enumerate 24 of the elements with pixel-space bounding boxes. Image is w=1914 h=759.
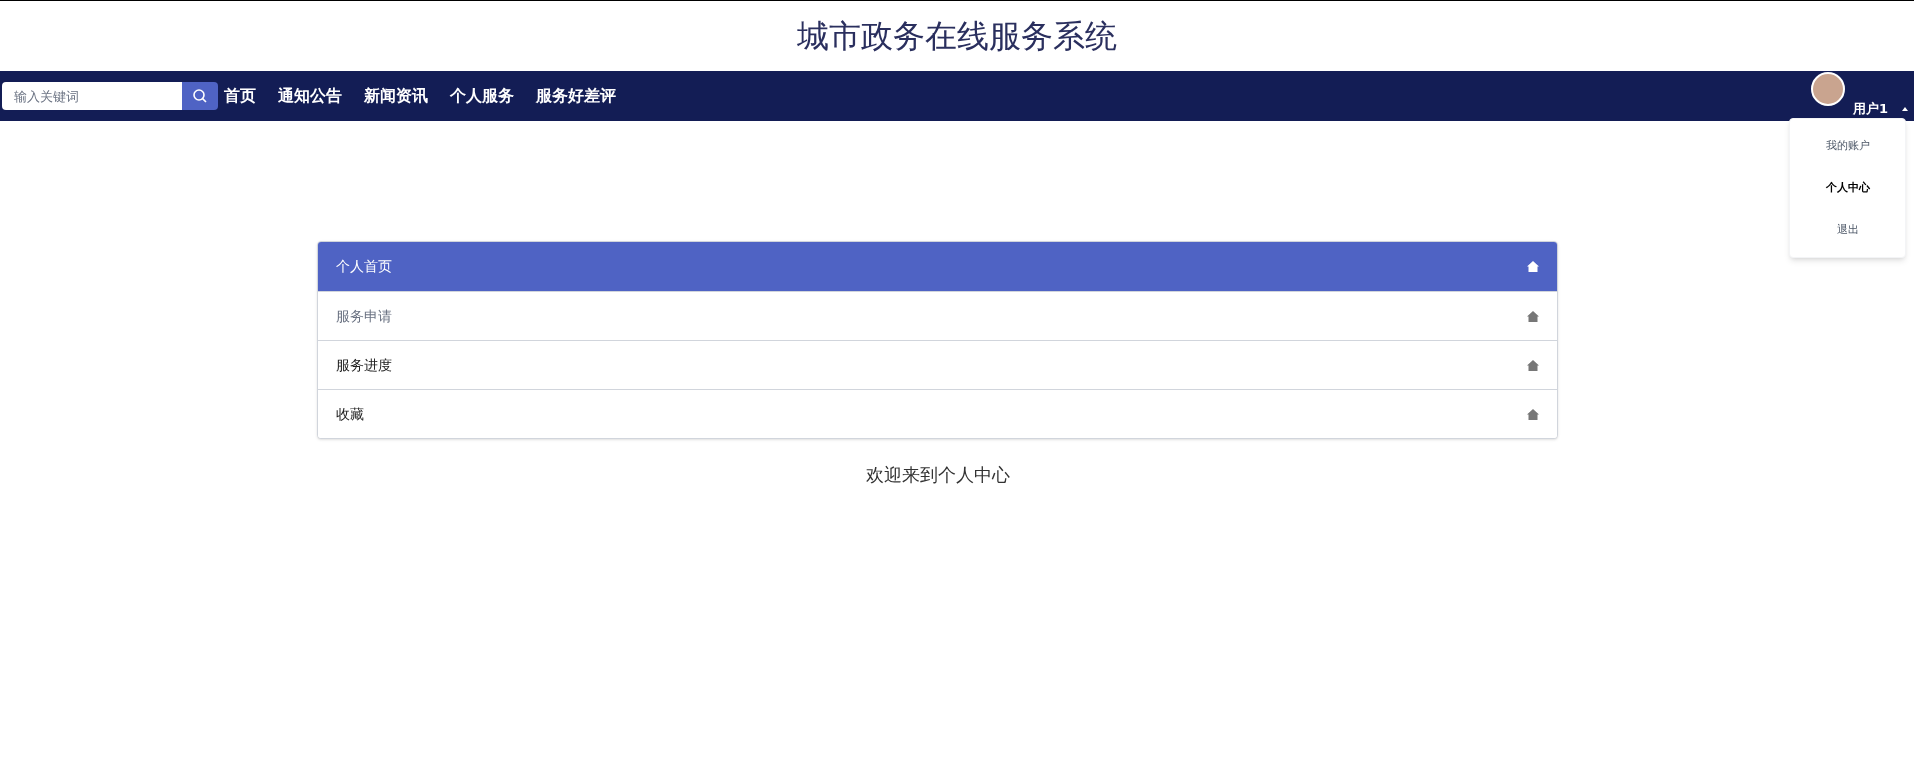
home-icon	[1527, 261, 1539, 272]
dropdown-item[interactable]: 个人中心	[1790, 167, 1905, 209]
menu-item[interactable]: 服务进度	[318, 340, 1557, 389]
home-icon	[1527, 408, 1539, 420]
dropdown-item[interactable]: 退出	[1790, 209, 1905, 251]
menu-item[interactable]: 服务申请	[318, 291, 1557, 340]
home-icon	[1527, 310, 1539, 322]
home-icon	[1527, 359, 1539, 371]
dropdown-item[interactable]: 我的账户	[1790, 125, 1905, 167]
nav-link[interactable]: 新闻资讯	[364, 84, 428, 108]
site-title: 城市政务在线服务系统	[797, 16, 1117, 57]
menu-item[interactable]: 收藏	[318, 389, 1557, 438]
user-name[interactable]: 用户1	[1852, 102, 1888, 115]
nav-link[interactable]: 首页	[224, 84, 256, 108]
nav-link[interactable]: 通知公告	[278, 84, 342, 108]
menu-item[interactable]: 个人首页	[318, 242, 1557, 291]
avatar[interactable]	[1810, 72, 1845, 106]
search-field[interactable]: 输入关键词	[2, 82, 182, 110]
caret-icon[interactable]	[1902, 107, 1908, 111]
welcome-text: 欢迎来到个人中心	[864, 463, 1011, 487]
search-icon	[192, 88, 208, 104]
nav-link[interactable]: 服务好差评	[536, 84, 616, 108]
nav-link[interactable]: 个人服务	[450, 84, 514, 108]
search-button[interactable]	[182, 82, 218, 110]
